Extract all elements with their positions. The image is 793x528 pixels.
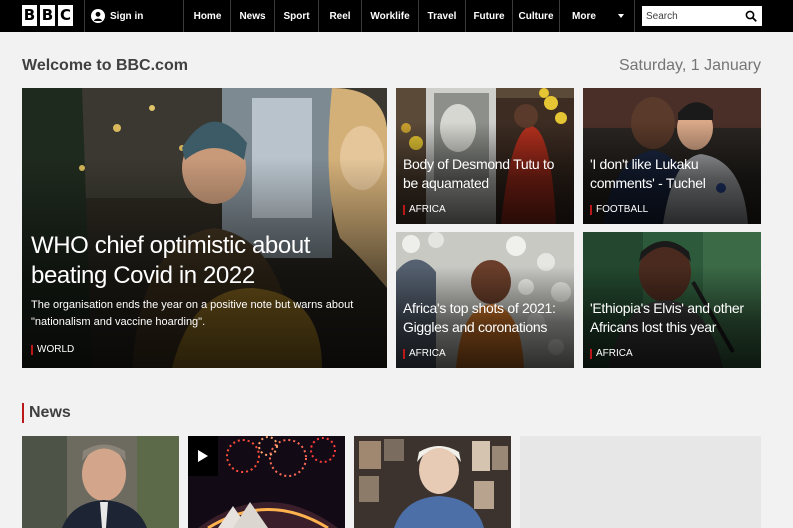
search-box: [642, 6, 762, 26]
search-icon: [745, 10, 757, 22]
story-card[interactable]: 'I don't like Lukaku comments' - Tuchel …: [583, 88, 761, 224]
hero-headline[interactable]: WHO chief optimistic about beating Covid…: [31, 231, 361, 291]
nav-item-news[interactable]: News: [231, 0, 275, 32]
news-tile[interactable]: [354, 436, 511, 528]
user-icon: [91, 9, 105, 23]
nav-item-more[interactable]: More: [560, 0, 635, 32]
nav-item-reel[interactable]: Reel: [319, 0, 362, 32]
story-card[interactable]: Africa's top shots of 2021: Giggles and …: [396, 232, 574, 368]
nav-item-worklife[interactable]: Worklife: [362, 0, 419, 32]
sign-in-label: Sign in: [110, 10, 144, 22]
sign-in-link[interactable]: Sign in: [84, 0, 184, 32]
logo-letter: B: [40, 5, 55, 26]
story-section-tag[interactable]: AFRICA: [403, 205, 446, 215]
news-tile[interactable]: [22, 436, 179, 528]
hero-summary: The organisation ends the year on a posi…: [31, 299, 354, 328]
hero-section-tag[interactable]: WORLD: [31, 345, 74, 355]
news-section-heading[interactable]: News: [22, 403, 71, 423]
search-input[interactable]: [646, 7, 742, 25]
play-icon: [198, 450, 208, 462]
nav-item-home[interactable]: Home: [185, 0, 231, 32]
nav-item-sport[interactable]: Sport: [275, 0, 319, 32]
news-tile-image: [354, 436, 511, 528]
story-section-tag[interactable]: FOOTBALL: [590, 205, 648, 215]
story-headline[interactable]: Body of Desmond Tutu to be aquamated: [403, 155, 564, 193]
video-badge[interactable]: [188, 436, 218, 476]
news-tile-placeholder: [520, 436, 761, 528]
story-card[interactable]: Body of Desmond Tutu to be aquamated AFR…: [396, 88, 574, 224]
bbc-logo[interactable]: B B C: [22, 5, 73, 26]
page-title: Welcome to BBC.com: [22, 57, 188, 74]
story-section-tag[interactable]: AFRICA: [403, 349, 446, 359]
news-tile[interactable]: [188, 436, 345, 528]
top-navigation-bar: B B C Sign in Home News Sport Reel Workl…: [0, 0, 793, 32]
news-tile-image: [22, 436, 179, 528]
date-label: Saturday, 1 January: [618, 57, 761, 74]
logo-letter: B: [22, 5, 37, 26]
nav-item-culture[interactable]: Culture: [513, 0, 560, 32]
story-section-tag[interactable]: AFRICA: [590, 349, 633, 359]
story-card[interactable]: 'Ethiopia's Elvis' and other Africans lo…: [583, 232, 761, 368]
nav-item-travel[interactable]: Travel: [419, 0, 466, 32]
search-button[interactable]: [743, 8, 759, 24]
nav-item-future[interactable]: Future: [466, 0, 513, 32]
story-headline[interactable]: 'I don't like Lukaku comments' - Tuchel: [590, 155, 751, 193]
more-label: More: [572, 10, 596, 22]
story-headline[interactable]: 'Ethiopia's Elvis' and other Africans lo…: [590, 299, 751, 337]
hero-story[interactable]: WHO chief optimistic about beating Covid…: [22, 88, 387, 368]
main-nav: Home News Sport Reel Worklife Travel Fut…: [185, 0, 635, 32]
story-headline[interactable]: Africa's top shots of 2021: Giggles and …: [403, 299, 564, 337]
logo-letter: C: [58, 5, 73, 26]
chevron-down-icon: [618, 14, 624, 18]
